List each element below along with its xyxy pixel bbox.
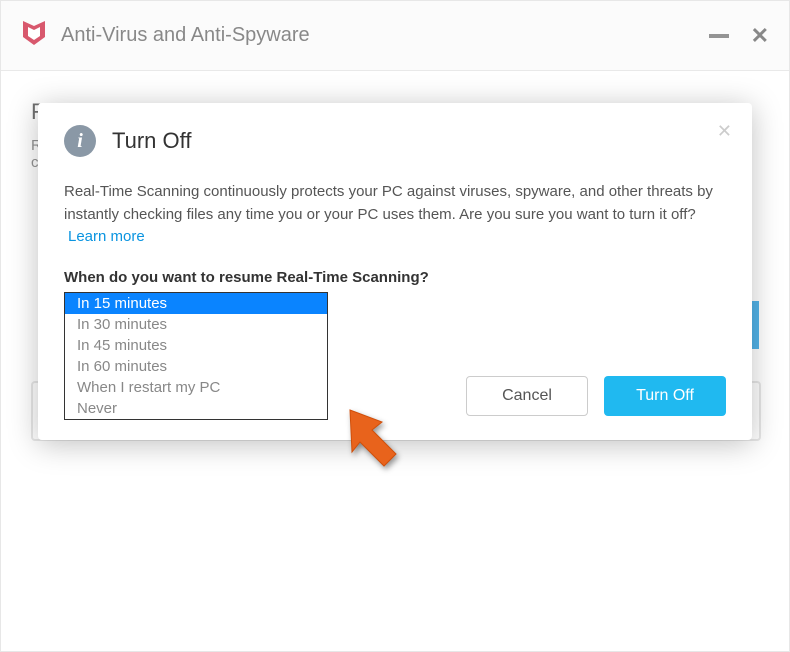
learn-more-link[interactable]: Learn more <box>68 228 145 245</box>
cancel-button[interactable]: Cancel <box>466 376 588 416</box>
dialog-header: i Turn Off ✕ <box>38 103 752 169</box>
option-45-minutes[interactable]: In 45 minutes <box>65 335 327 356</box>
info-icon: i <box>64 125 96 157</box>
dialog-title: Turn Off <box>112 128 191 154</box>
option-30-minutes[interactable]: In 30 minutes <box>65 314 327 335</box>
dialog-description: Real-Time Scanning continuously protects… <box>64 181 726 249</box>
option-60-minutes[interactable]: In 60 minutes <box>65 356 327 377</box>
resume-question-label: When do you want to resume Real-Time Sca… <box>64 269 726 286</box>
turn-off-dialog: i Turn Off ✕ Real-Time Scanning continuo… <box>38 103 752 440</box>
dialog-desc-text: Real-Time Scanning continuously protects… <box>64 183 713 223</box>
annotation-arrow-icon <box>340 400 420 480</box>
option-15-minutes[interactable]: In 15 minutes <box>65 293 327 314</box>
turn-off-button[interactable]: Turn Off <box>604 376 726 416</box>
dialog-close-icon[interactable]: ✕ <box>717 121 732 142</box>
